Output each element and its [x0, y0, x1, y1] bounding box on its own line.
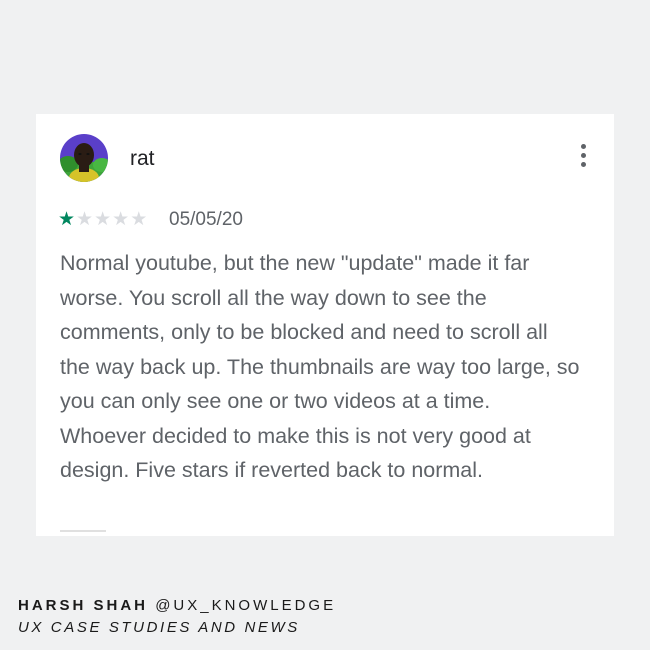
- avatar[interactable]: [60, 134, 108, 182]
- review-text: Normal youtube, but the new "update" mad…: [60, 251, 580, 482]
- footer-credit: HARSH SHAH @UX_KNOWLEDGE: [18, 597, 336, 614]
- star-empty-icon: ★: [130, 209, 148, 230]
- more-options-button[interactable]: [578, 144, 588, 174]
- more-vert-icon-dot: [580, 153, 586, 158]
- star-filled-icon: ★: [58, 209, 76, 230]
- more-vert-icon-dot: [580, 144, 586, 149]
- star-empty-icon: ★: [94, 209, 112, 230]
- divider: [60, 530, 106, 532]
- review-date: 05/05/20: [169, 209, 243, 230]
- footer-handle: @UX_KNOWLEDGE: [155, 597, 337, 614]
- star-rating: ★ ★ ★ ★ ★: [58, 210, 147, 229]
- star-empty-icon: ★: [112, 209, 130, 230]
- username: rat: [130, 147, 155, 170]
- more-vert-icon-dot: [580, 162, 586, 167]
- footer-tagline: UX CASE STUDIES AND NEWS: [18, 619, 300, 636]
- review-card: rat ★ ★ ★ ★ ★ 05/05/20 Normal youtube, but t…: [36, 114, 614, 536]
- footer-author: HARSH SHAH: [18, 597, 149, 614]
- star-empty-icon: ★: [76, 209, 94, 230]
- footer: HARSH SHAH @UX_KNOWLEDGE UX CASE STUDIES…: [18, 597, 336, 636]
